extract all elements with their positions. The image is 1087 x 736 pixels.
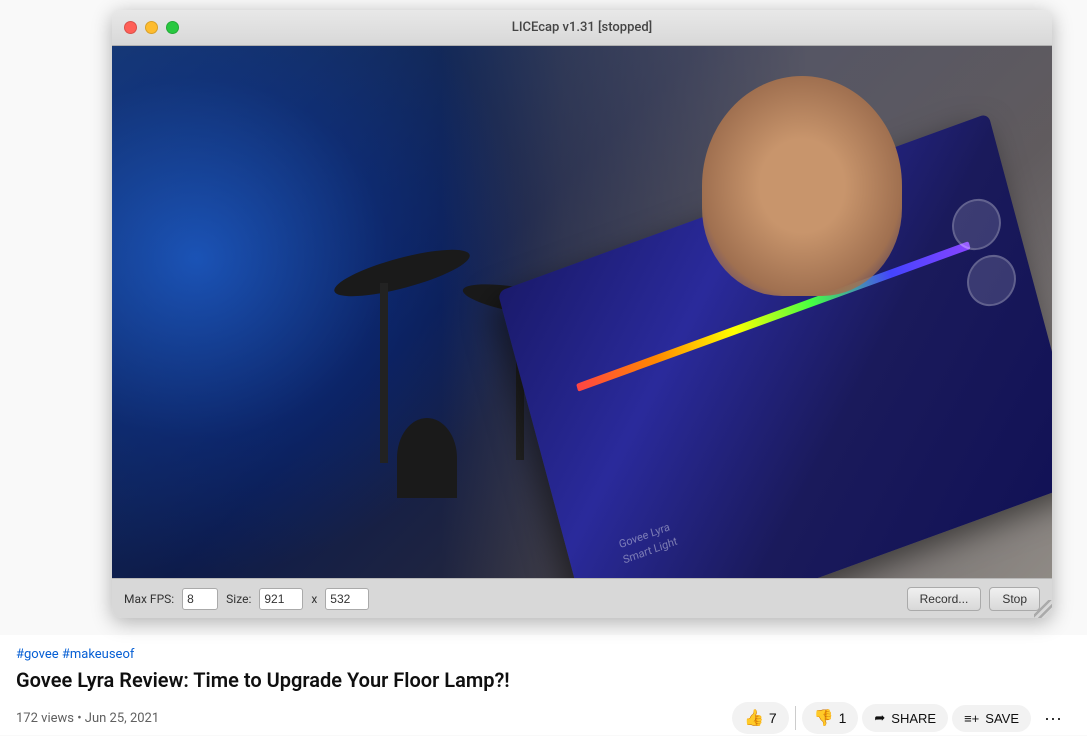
x-separator: x [311, 592, 317, 606]
record-button[interactable]: Record... [907, 587, 982, 611]
like-dislike-divider [795, 706, 796, 730]
share-button[interactable]: ➦ SHARE [862, 704, 948, 732]
box-circle-1 [946, 192, 1006, 257]
video-frame: Govee LyraSmart Light [112, 46, 1052, 578]
stop-button[interactable]: Stop [989, 587, 1040, 611]
save-label: SAVE [985, 711, 1019, 726]
more-icon: ··· [1044, 708, 1062, 729]
cymbal-left [331, 240, 474, 305]
video-stats: 172 views • Jun 25, 2021 [16, 711, 732, 726]
licecap-window: LICEcap v1.31 [stopped] [112, 10, 1052, 618]
more-options-button[interactable]: ··· [1035, 700, 1071, 736]
size-label: Size: [226, 592, 251, 606]
video-actions: 👍 7 👎 1 ➦ SHARE ≡+ SAVE ··· [732, 700, 1071, 736]
youtube-content: #govee #makeuseof Govee Lyra Review: Tim… [0, 635, 1087, 735]
maximize-button[interactable] [166, 21, 179, 34]
like-count: 7 [769, 710, 777, 726]
minimize-button[interactable] [145, 21, 158, 34]
cymbal-stand-left [380, 283, 388, 463]
dislike-count: 1 [839, 710, 847, 726]
window-controls [124, 21, 179, 34]
share-label: SHARE [891, 711, 936, 726]
box-branding-circles [946, 192, 1021, 313]
person-face [702, 76, 902, 296]
window-title: LICEcap v1.31 [stopped] [512, 20, 652, 35]
save-icon: ≡+ [964, 711, 979, 726]
width-input[interactable] [259, 588, 303, 610]
resize-handle[interactable] [1034, 600, 1052, 618]
capture-area: Govee LyraSmart Light [112, 46, 1052, 578]
like-icon: 👍 [744, 708, 764, 728]
dislike-button[interactable]: 👎 1 [802, 702, 859, 734]
like-button[interactable]: 👍 7 [732, 702, 789, 734]
box-circle-2 [961, 248, 1021, 313]
video-title: Govee Lyra Review: Time to Upgrade Your … [0, 668, 1087, 692]
video-tags[interactable]: #govee #makeuseof [0, 647, 1087, 662]
close-button[interactable] [124, 21, 137, 34]
max-fps-label: Max FPS: [124, 592, 174, 606]
share-icon: ➦ [874, 710, 885, 726]
drum-base [397, 418, 457, 498]
save-button[interactable]: ≡+ SAVE [952, 705, 1031, 732]
height-input[interactable] [325, 588, 369, 610]
controls-bar: Max FPS: Size: x Record... Stop [112, 578, 1052, 618]
fps-input[interactable] [182, 588, 218, 610]
dislike-icon: 👎 [814, 708, 834, 728]
video-meta-row: 172 views • Jun 25, 2021 👍 7 👎 1 ➦ SHARE… [0, 700, 1087, 736]
titlebar: LICEcap v1.31 [stopped] [112, 10, 1052, 46]
